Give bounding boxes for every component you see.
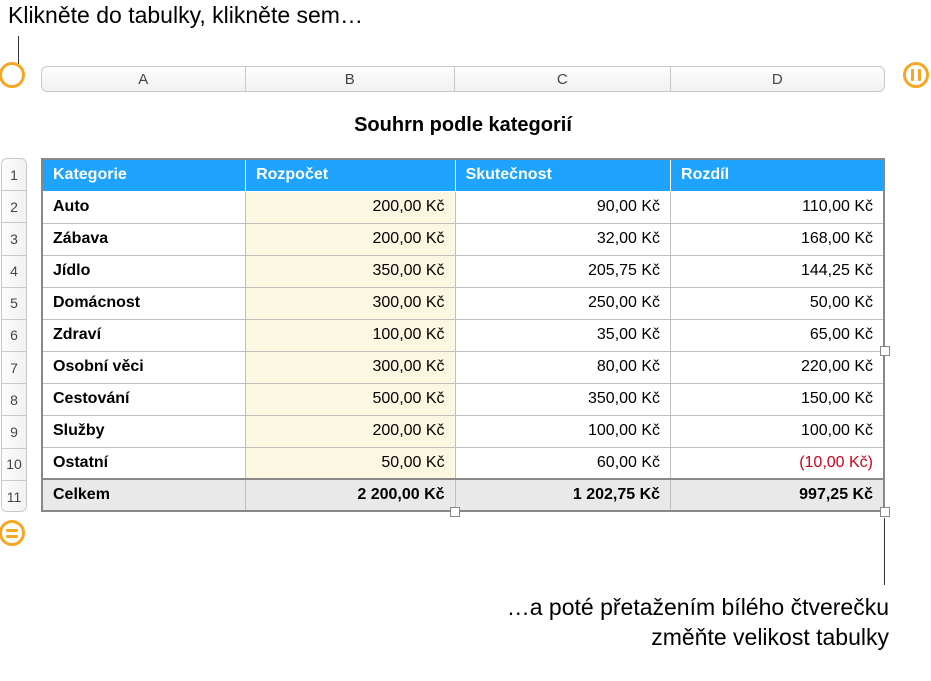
cell-category[interactable]: Ostatní (42, 447, 246, 479)
table-row[interactable]: Cestování500,00 Kč350,00 Kč150,00 Kč (42, 383, 884, 415)
row-header-9[interactable]: 9 (2, 416, 26, 448)
table-row-total[interactable]: Celkem2 200,00 Kč1 202,75 Kč997,25 Kč (42, 479, 884, 511)
cell-budget[interactable]: 200,00 Kč (246, 415, 456, 447)
cell-actual[interactable]: 80,00 Kč (455, 351, 670, 383)
cell-budget[interactable]: 2 200,00 Kč (246, 479, 456, 511)
header-actual[interactable]: Skutečnost (455, 159, 670, 191)
header-diff[interactable]: Rozdíl (671, 159, 884, 191)
table-row[interactable]: Jídlo350,00 Kč205,75 Kč144,25 Kč (42, 255, 884, 287)
row-header-4[interactable]: 4 (2, 256, 26, 288)
cell-actual[interactable]: 100,00 Kč (455, 415, 670, 447)
header-budget[interactable]: Rozpočet (246, 159, 456, 191)
column-header-B[interactable]: B (246, 67, 456, 91)
table-title[interactable]: Souhrn podle kategorií (41, 114, 885, 137)
cell-category[interactable]: Zábava (42, 223, 246, 255)
cell-diff[interactable]: 110,00 Kč (671, 191, 884, 223)
cell-category[interactable]: Auto (42, 191, 246, 223)
column-header-C[interactable]: C (455, 67, 670, 91)
column-header-D[interactable]: D (671, 67, 884, 91)
cell-diff[interactable]: 100,00 Kč (671, 415, 884, 447)
cell-budget[interactable]: 350,00 Kč (246, 255, 456, 287)
cell-category[interactable]: Služby (42, 415, 246, 447)
select-all-handle[interactable] (0, 62, 25, 88)
add-column-handle[interactable] (903, 62, 929, 88)
cell-budget[interactable]: 50,00 Kč (246, 447, 456, 479)
cell-category[interactable]: Zdraví (42, 319, 246, 351)
callout-top-text: Klikněte do tabulky, klikněte sem… (8, 2, 363, 29)
cell-actual[interactable]: 205,75 Kč (455, 255, 670, 287)
row-header-bar[interactable]: 1234567891011 (1, 158, 27, 512)
cell-actual[interactable]: 250,00 Kč (455, 287, 670, 319)
row-header-8[interactable]: 8 (2, 384, 26, 416)
cell-category[interactable]: Domácnost (42, 287, 246, 319)
table-row[interactable]: Služby200,00 Kč100,00 Kč100,00 Kč (42, 415, 884, 447)
column-header-A[interactable]: A (42, 67, 246, 91)
row-header-5[interactable]: 5 (2, 288, 26, 320)
callout-bottom-text: …a poté přetažením bílého čtverečku změň… (507, 593, 889, 653)
table-row[interactable]: Zábava200,00 Kč32,00 Kč168,00 Kč (42, 223, 884, 255)
header-category[interactable]: Kategorie (42, 159, 246, 191)
cell-budget[interactable]: 200,00 Kč (246, 191, 456, 223)
add-row-handle[interactable] (0, 520, 25, 546)
cell-budget[interactable]: 500,00 Kč (246, 383, 456, 415)
row-header-7[interactable]: 7 (2, 352, 26, 384)
cell-category[interactable]: Cestování (42, 383, 246, 415)
table-row[interactable]: Osobní věci300,00 Kč80,00 Kč220,00 Kč (42, 351, 884, 383)
cell-diff[interactable]: 168,00 Kč (671, 223, 884, 255)
callout-bottom-leader (884, 518, 885, 585)
row-header-11[interactable]: 11 (2, 481, 26, 512)
row-header-1[interactable]: 1 (2, 159, 26, 191)
cell-actual[interactable]: 32,00 Kč (455, 223, 670, 255)
row-header-3[interactable]: 3 (2, 223, 26, 255)
row-header-10[interactable]: 10 (2, 449, 26, 481)
data-table[interactable]: Kategorie Rozpočet Skutečnost Rozdíl Aut… (41, 158, 885, 512)
callout-bottom-line1: …a poté přetažením bílého čtverečku (507, 593, 889, 623)
row-resize-handle[interactable] (880, 346, 890, 356)
cell-actual[interactable]: 60,00 Kč (455, 447, 670, 479)
cell-diff[interactable]: 50,00 Kč (671, 287, 884, 319)
table-resize-handle[interactable] (880, 507, 890, 517)
table-row[interactable]: Ostatní50,00 Kč60,00 Kč(10,00 Kč) (42, 447, 884, 479)
callout-bottom-line2: změňte velikost tabulky (507, 623, 889, 653)
table-row[interactable]: Domácnost300,00 Kč250,00 Kč50,00 Kč (42, 287, 884, 319)
cell-diff[interactable]: 997,25 Kč (671, 479, 884, 511)
cell-budget[interactable]: 200,00 Kč (246, 223, 456, 255)
row-header-6[interactable]: 6 (2, 320, 26, 352)
cell-budget[interactable]: 300,00 Kč (246, 351, 456, 383)
cell-budget[interactable]: 100,00 Kč (246, 319, 456, 351)
cell-diff[interactable]: 150,00 Kč (671, 383, 884, 415)
cell-actual[interactable]: 350,00 Kč (455, 383, 670, 415)
cell-category[interactable]: Celkem (42, 479, 246, 511)
cell-actual[interactable]: 35,00 Kč (455, 319, 670, 351)
cell-category[interactable]: Jídlo (42, 255, 246, 287)
cell-diff[interactable]: 220,00 Kč (671, 351, 884, 383)
header-row[interactable]: Kategorie Rozpočet Skutečnost Rozdíl (42, 159, 884, 191)
cell-actual[interactable]: 1 202,75 Kč (455, 479, 670, 511)
cell-diff[interactable]: 144,25 Kč (671, 255, 884, 287)
table-row[interactable]: Zdraví100,00 Kč35,00 Kč65,00 Kč (42, 319, 884, 351)
cell-actual[interactable]: 90,00 Kč (455, 191, 670, 223)
row-header-2[interactable]: 2 (2, 191, 26, 223)
column-header-bar[interactable]: A B C D (41, 66, 885, 92)
table-row[interactable]: Auto200,00 Kč90,00 Kč110,00 Kč (42, 191, 884, 223)
cell-diff[interactable]: 65,00 Kč (671, 319, 884, 351)
cell-diff[interactable]: (10,00 Kč) (671, 447, 884, 479)
cell-budget[interactable]: 300,00 Kč (246, 287, 456, 319)
column-resize-handle[interactable] (450, 507, 460, 517)
cell-category[interactable]: Osobní věci (42, 351, 246, 383)
